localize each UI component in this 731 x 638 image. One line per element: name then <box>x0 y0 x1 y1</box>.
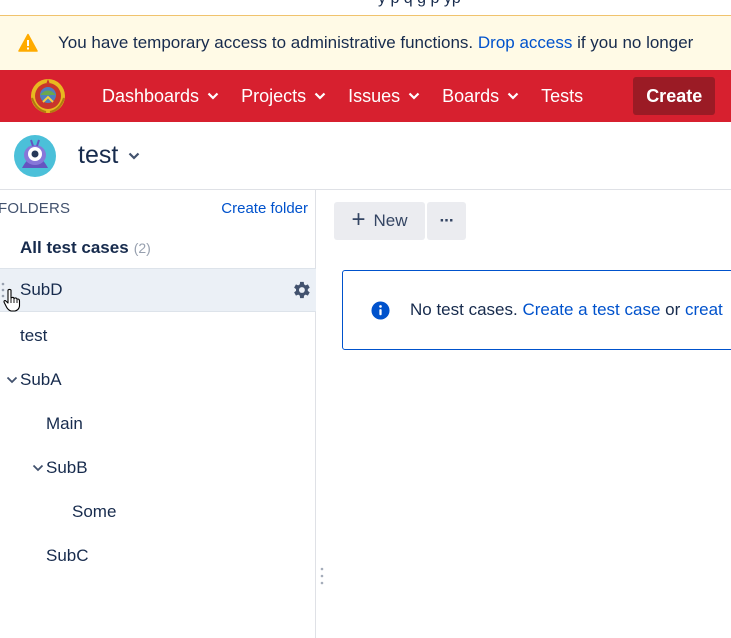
tree-item-label: Main <box>46 414 83 433</box>
empty-state-or: or <box>660 300 685 319</box>
info-icon <box>371 300 390 320</box>
nav-tests-label: Tests <box>541 85 584 106</box>
banner-message: You have temporary access to administrat… <box>58 33 693 53</box>
banner-text-before: You have temporary access to administrat… <box>58 33 478 52</box>
all-test-cases-text: All test cases <box>20 238 129 257</box>
nav-tests[interactable]: Tests <box>541 86 583 107</box>
create-button[interactable]: Create <box>633 77 716 115</box>
create-test-case-link[interactable]: Create a test case <box>522 300 660 319</box>
resize-handle-icon[interactable] <box>320 567 324 585</box>
empty-state-prefix: No test cases. <box>410 300 523 319</box>
tree-item-all-test-cases[interactable]: All test cases (2) <box>0 226 316 270</box>
top-strip: y p q g p yp <box>0 0 731 16</box>
warning-icon <box>18 33 38 52</box>
create-link-clipped[interactable]: creat <box>685 300 723 319</box>
chevron-down-icon[interactable] <box>32 464 44 472</box>
nav-dashboards-label: Dashboards <box>102 85 200 106</box>
nav-issues-label: Issues <box>348 85 401 106</box>
empty-state-text: No test cases. Create a test case or cre… <box>410 300 723 320</box>
nav-dashboards[interactable]: Dashboards <box>102 86 219 107</box>
more-icon: ··· <box>439 211 455 230</box>
folders-header: FOLDERS Create folder <box>0 200 316 220</box>
project-header: test <box>0 122 731 190</box>
folders-label: FOLDERS <box>0 200 71 217</box>
clipped-text: y p q g p yp <box>378 0 461 8</box>
folders-sidebar: FOLDERS Create folder All test cases (2) … <box>0 190 316 638</box>
more-actions-button[interactable]: ··· <box>427 202 466 240</box>
tree-item-subc[interactable]: SubC <box>0 534 316 578</box>
tree-item-suba[interactable]: SubA <box>0 358 316 402</box>
tree-item-test[interactable]: test <box>0 314 316 358</box>
nav-boards-label: Boards <box>442 85 500 106</box>
tree-item-label: SubD <box>20 280 63 299</box>
chevron-down-icon <box>507 92 519 100</box>
test-case-count: (2) <box>133 240 151 256</box>
nav-projects[interactable]: Projects <box>241 86 326 107</box>
tree-item-label: SubA <box>20 370 62 389</box>
tree-item-subd[interactable]: SubD <box>0 268 316 312</box>
chevron-down-icon[interactable] <box>128 152 140 160</box>
plus-icon: + <box>351 205 366 233</box>
nav-issues[interactable]: Issues <box>348 86 420 107</box>
new-button-label: New <box>373 211 408 230</box>
nav-boards[interactable]: Boards <box>442 86 519 107</box>
new-button[interactable]: + New <box>334 202 425 240</box>
chevron-down-icon <box>408 92 420 100</box>
banner-text-after: if you no longer <box>572 33 694 52</box>
tree-item-label: SubB <box>46 458 88 477</box>
top-navigation: Dashboards Projects Issues Boards Tests … <box>0 70 731 122</box>
create-folder-link[interactable]: Create folder <box>221 200 308 217</box>
admin-access-banner: You have temporary access to administrat… <box>0 16 731 70</box>
nav-projects-label: Projects <box>241 85 307 106</box>
gear-icon[interactable] <box>290 279 312 301</box>
tree-item-label: SubC <box>46 546 89 565</box>
hand-cursor-icon <box>3 288 21 312</box>
drop-access-link[interactable]: Drop access <box>478 33 572 52</box>
tree-item-label: test <box>20 326 48 345</box>
chevron-down-icon[interactable] <box>6 376 18 384</box>
tree-item-some[interactable]: Some <box>0 490 316 534</box>
tree-item-subb[interactable]: SubB <box>0 446 316 490</box>
project-avatar[interactable] <box>13 134 57 178</box>
project-name[interactable]: test <box>78 141 118 170</box>
tree-item-main[interactable]: Main <box>0 402 316 446</box>
emblem-logo-icon[interactable] <box>28 76 68 116</box>
all-test-cases-label: All test cases (2) <box>20 238 151 258</box>
chevron-down-icon <box>314 92 326 100</box>
tree-item-label: Some <box>72 502 117 521</box>
empty-state-message: No test cases. Create a test case or cre… <box>342 270 731 350</box>
chevron-down-icon <box>207 92 219 100</box>
